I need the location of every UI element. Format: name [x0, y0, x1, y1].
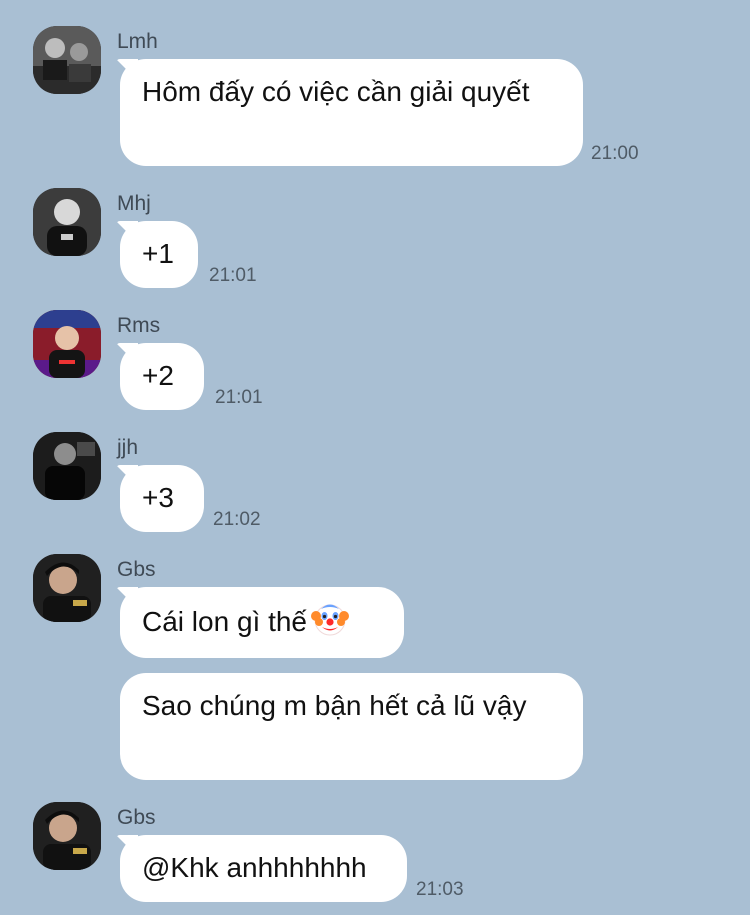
message-text: Cái lon gì thế	[142, 606, 307, 637]
message-bubble[interactable]: +2	[120, 343, 204, 410]
sender-name: jjh	[117, 436, 139, 459]
avatar-photo	[33, 432, 101, 500]
avatar[interactable]	[33, 802, 101, 870]
message-bubble[interactable]: Cái lon gì thế	[120, 587, 404, 658]
clown-face-icon	[311, 601, 349, 651]
message-time: 21:02	[213, 509, 261, 530]
message-time: 21:01	[215, 387, 263, 408]
message-text: Hôm đấy có việc cần giải quyết	[142, 76, 530, 107]
message-text: +1	[142, 238, 174, 269]
sender-name: Mhj	[117, 192, 151, 215]
message-text: +2	[142, 360, 174, 391]
message-text: @Khk anhhhhhhh	[142, 852, 367, 883]
avatar[interactable]	[33, 554, 101, 622]
avatar[interactable]	[33, 310, 101, 378]
sender-name: Lmh	[117, 30, 158, 53]
message-bubble[interactable]: +3	[120, 465, 204, 532]
sender-name: Gbs	[117, 558, 156, 581]
message-time: 21:01	[209, 265, 257, 286]
sender-name: Gbs	[117, 806, 156, 829]
avatar-photo	[33, 26, 101, 94]
avatar[interactable]	[33, 188, 101, 256]
message-bubble[interactable]: Hôm đấy có việc cần giải quyết	[120, 59, 583, 166]
avatar[interactable]	[33, 432, 101, 500]
avatar-photo	[33, 310, 101, 378]
message-time: 21:03	[416, 879, 464, 900]
avatar-photo	[33, 802, 101, 870]
sender-name: Rms	[117, 314, 161, 337]
message-text: +3	[142, 482, 174, 513]
message-text: Sao chúng m bận hết cả lũ vậy	[142, 690, 527, 721]
message-bubble[interactable]: @Khk anhhhhhhh	[120, 835, 407, 902]
avatar-photo	[33, 554, 101, 622]
message-time: 21:00	[591, 143, 639, 164]
avatar[interactable]	[33, 26, 101, 94]
avatar-photo	[33, 188, 101, 256]
message-bubble[interactable]: Sao chúng m bận hết cả lũ vậy	[120, 673, 583, 780]
message-bubble[interactable]: +1	[120, 221, 198, 288]
